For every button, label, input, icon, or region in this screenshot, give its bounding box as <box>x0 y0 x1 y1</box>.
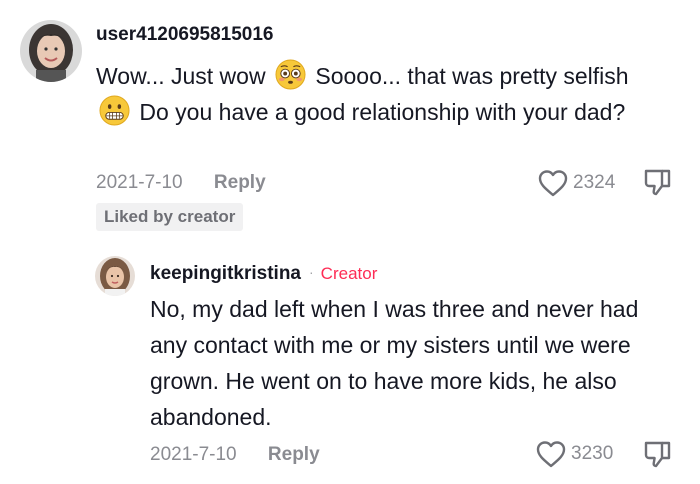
commenter-username[interactable]: user4120695815016 <box>96 24 274 46</box>
heart-outline-icon[interactable] <box>536 167 570 199</box>
thumbs-down-icon[interactable] <box>641 437 675 471</box>
reply-date: 2021-7-10 <box>150 444 237 465</box>
flushed-face-emoji-icon <box>275 59 306 90</box>
like-count: 2324 <box>573 172 616 193</box>
comment-thread: user4120695815016 Wow... Just wow Soooo.… <box>0 0 700 484</box>
comment-text-part1: Wow... Just wow <box>96 63 266 89</box>
reply-button[interactable]: Reply <box>268 444 320 466</box>
comment-meta: 2021-7-10 Reply <box>96 172 266 194</box>
grimacing-face-emoji-icon <box>99 95 130 126</box>
commenter-avatar[interactable] <box>20 20 82 82</box>
creator-badge: Creator <box>320 264 378 283</box>
comment-like-group: 2324 <box>536 167 615 199</box>
liked-by-creator-badge: Liked by creator <box>96 203 244 231</box>
creator-username[interactable]: keepingitkristina <box>150 263 301 284</box>
creator-header: keepingitkristina · Creator <box>150 261 377 285</box>
comment-text-part3: Do you have a good relationship with you… <box>139 99 626 125</box>
heart-outline-icon[interactable] <box>534 438 568 470</box>
reply-meta: 2021-7-10 Reply <box>150 444 320 466</box>
thumbs-down-icon[interactable] <box>641 165 675 199</box>
creator-avatar[interactable] <box>95 256 135 296</box>
reply-like-group: 3230 <box>534 438 613 470</box>
reply-text: No, my dad left when I was three and nev… <box>150 296 639 430</box>
comment-text-part2: Soooo... that was pretty selfish <box>315 63 629 89</box>
reply-button[interactable]: Reply <box>214 172 266 194</box>
like-count: 3230 <box>571 443 614 464</box>
comment-text: Wow... Just wow Soooo... that was pretty… <box>96 58 656 130</box>
comment-date: 2021-7-10 <box>96 172 183 193</box>
separator-dot: · <box>309 264 314 280</box>
